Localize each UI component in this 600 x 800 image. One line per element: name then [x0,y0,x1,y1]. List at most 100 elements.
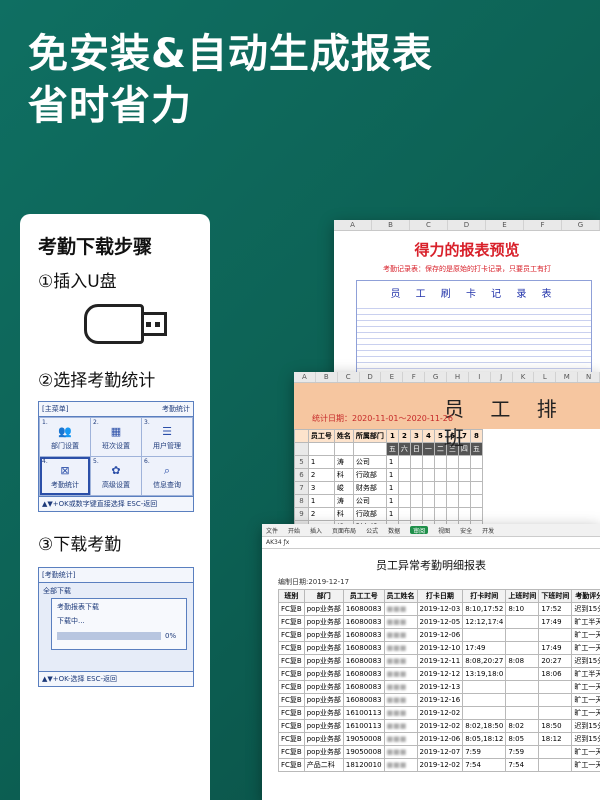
weekday-cell: 六 [397,442,411,456]
weekday-cell: 五 [385,442,399,456]
abnormal-cell: 12:12,17:4 [462,615,507,629]
abnormal-header: 班别 [278,589,305,603]
abnormal-cell: 2019-12-06 [416,732,464,746]
column-header-B[interactable]: B [372,220,410,230]
menu-数据[interactable]: 数据 [388,526,400,535]
menu-item-label: 部门设置 [51,442,79,450]
abnormal-row: FC复B pop业务部 19050008 ■■■ 2019-12-06 8:05,18:1… [278,732,600,746]
column-header-L[interactable]: L [534,372,557,382]
column-header-J[interactable]: J [491,372,513,382]
abnormal-cell: 旷工一天 [571,641,600,655]
day-cell [457,494,471,508]
menu-插入[interactable]: 插入 [310,526,322,535]
menu-文件[interactable]: 文件 [266,526,278,535]
menu-item-5[interactable]: 5. ✿ 高级设置 [91,457,141,495]
row-number[interactable]: 9 [294,507,309,521]
menu-视图[interactable]: 视图 [438,526,450,535]
blank-cell [307,442,335,456]
menu-审阅[interactable]: 审阅 [410,526,429,535]
menu-公式[interactable]: 公式 [366,526,378,535]
menu-安全[interactable]: 安全 [460,526,472,535]
column-header-G[interactable]: G [562,220,600,230]
column-header-D[interactable]: D [448,220,486,230]
download-percent: 0% [165,632,177,640]
abnormal-cell [505,680,540,694]
column-header-A[interactable]: A [294,372,316,382]
abnormal-cell: 7:54 [505,758,540,772]
day-cell [445,468,459,482]
abnormal-cell [538,706,573,720]
abnormal-row: FC复B pop业务部 16100113 ■■■ 2019-12-02 8:02,18:5… [278,719,600,733]
usb-drive-icon [84,304,170,344]
day-cell [469,481,483,495]
menu-开始[interactable]: 开始 [288,526,300,535]
steps-title: 考勤下载步骤 [38,236,153,258]
step-2-label: ②选择考勤统计 [38,371,156,391]
column-header-D[interactable]: D [360,372,382,382]
menu-开发[interactable]: 开发 [482,526,494,535]
abnormal-cell: 7:59 [462,745,507,759]
abnormal-cell: pop业务部 [303,602,344,616]
download-all-item[interactable]: 全部下载 [43,586,71,596]
row-number[interactable]: 5 [294,455,309,469]
column-header-K[interactable]: K [513,372,535,382]
menu-item-2[interactable]: 2. ▦ 班次设置 [91,418,141,456]
abnormal-cell [538,628,573,642]
menu-item-6[interactable]: 6. ⌕ 信息查询 [142,457,192,495]
column-header-B[interactable]: B [316,372,338,382]
schedule-row: 6 2 科行政部 1 [294,468,483,482]
column-header-N[interactable]: N [578,372,600,382]
headline: 免安装&自动生成报表 省时省力 [28,28,433,132]
row-number[interactable]: 8 [294,494,309,508]
row-number[interactable]: 6 [294,468,309,482]
menu-item-number: 4. [42,458,48,465]
cell-reference[interactable]: AK34 [266,539,282,546]
blank-cell [333,442,354,456]
schedule-title: 员 工 排 班 [444,397,567,450]
abnormal-cell: 18:50 [538,719,573,733]
column-header-C[interactable]: C [338,372,360,382]
abnormal-cell: FC复B [278,680,305,694]
abnormal-cell: 2019-12-06 [416,628,464,642]
abnormal-row: FC复B pop业务部 16080083 ■■■ 2019-12-03 8:10,17:5… [278,602,600,616]
abnormal-cell: pop业务部 [303,615,344,629]
search-doc-icon: ⌕ [163,464,171,477]
row-number[interactable]: 7 [294,481,309,495]
column-header-A[interactable]: A [334,220,372,230]
employee-name: 峻 [333,481,354,495]
abnormal-cell: FC复B [278,602,305,616]
abnormal-cell: 8:02,18:50 [462,719,507,733]
abnormal-cell: 7:59 [505,745,540,759]
abnormal-cell: 旷工一天 [571,628,600,642]
menu-item-3[interactable]: 3. ☰ 用户管理 [142,418,192,456]
steps-panel: 考勤下载步骤 ①插入U盘 ②选择考勤统计 [主菜单] 考勤统计 1. 👥 部门设置 2.… [20,214,210,800]
menu-item-4[interactable]: 4. ⊠ 考勤统计 [40,457,90,495]
column-header-I[interactable]: I [469,372,491,382]
abnormal-cell: 8:08 [505,654,540,668]
abnormal-cell [538,758,573,772]
column-header-M[interactable]: M [556,372,579,382]
column-header-F[interactable]: F [524,220,562,230]
day-cell [409,468,423,482]
day-cell [421,455,435,469]
menu-item-label: 信息查询 [153,481,181,489]
abnormal-cell: pop业务部 [303,667,344,681]
abnormal-cell: ■■■ [383,706,418,720]
column-header-F[interactable]: F [403,372,426,382]
column-header-G[interactable]: G [425,372,448,382]
menu-页面布局[interactable]: 页面布局 [332,526,356,535]
abnormal-cell: FC复B [278,628,305,642]
day-cell [421,468,435,482]
weekday-cell: 日 [409,442,423,456]
abnormal-cell: FC复B [278,732,305,746]
column-header-C[interactable]: C [410,220,448,230]
column-header-H[interactable]: H [447,372,469,382]
abnormal-cell: 8:02 [505,719,540,733]
abnormal-cell [505,706,540,720]
swipe-record-table: 员 工 刷 卡 记 录 表 [356,280,592,378]
menu-item-1[interactable]: 1. 👥 部门设置 [40,418,90,456]
abnormal-cell: ■■■ [383,719,418,733]
column-header-E[interactable]: E [486,220,524,230]
abnormal-header: 员工工号 [342,589,385,603]
column-header-E[interactable]: E [381,372,404,382]
